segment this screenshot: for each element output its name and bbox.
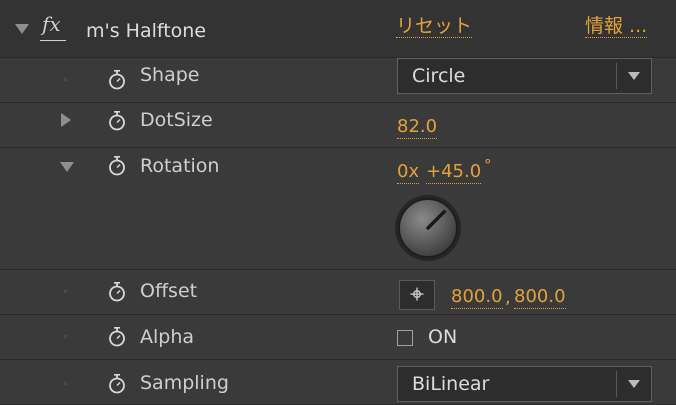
shape-dropdown[interactable]: Circle <box>397 58 652 94</box>
property-row-rotation: Rotation 0x +45.0 ° <box>0 148 676 270</box>
property-label-alpha: Alpha <box>140 326 195 348</box>
rotation-revolutions-value[interactable]: 0x <box>397 161 420 184</box>
property-row-alpha: Alpha <box>0 315 676 360</box>
property-row-offset: Offset 800.0 , 800.0 <box>0 270 676 315</box>
rotation-degrees-value[interactable]: +45.0 <box>426 161 482 184</box>
alpha-checkbox-label[interactable]: ON <box>428 326 457 348</box>
effect-header-row: fx m's Halftone リセット 情報 ... <box>0 0 676 58</box>
point-picker-button[interactable] <box>399 280 435 310</box>
expand-triangle-icon[interactable] <box>61 113 71 127</box>
property-label-sampling: Sampling <box>140 372 229 394</box>
dropdown-arrow-icon <box>628 72 640 80</box>
collapse-triangle-icon[interactable] <box>15 24 29 34</box>
stopwatch-icon[interactable] <box>106 373 128 395</box>
property-label-offset: Offset <box>140 280 198 302</box>
dropdown-arrow-icon <box>628 380 640 388</box>
stopwatch-icon[interactable] <box>106 110 128 132</box>
property-row-shape: Shape Circle <box>0 58 676 103</box>
property-label-dotsize: DotSize <box>140 109 213 131</box>
effect-title: m's Halftone <box>86 20 207 42</box>
shape-dropdown-value: Circle <box>412 65 466 87</box>
property-label-shape: Shape <box>140 64 200 86</box>
degree-symbol: ° <box>484 156 492 174</box>
offset-x-value[interactable]: 800.0 <box>451 286 503 309</box>
rotation-dial[interactable] <box>392 192 464 264</box>
about-link[interactable]: 情報 ... <box>585 16 648 38</box>
sampling-dropdown-value: BiLinear <box>412 373 490 395</box>
stopwatch-icon[interactable] <box>106 281 128 303</box>
collapse-triangle-icon[interactable] <box>60 162 74 172</box>
stopwatch-icon[interactable] <box>106 326 128 348</box>
fx-toggle-icon[interactable]: fx <box>38 12 68 42</box>
dotsize-value[interactable]: 82.0 <box>397 116 438 139</box>
crosshair-icon <box>410 287 424 301</box>
offset-comma: , <box>505 287 511 308</box>
sampling-dropdown[interactable]: BiLinear <box>397 366 652 402</box>
property-label-rotation: Rotation <box>140 155 220 177</box>
reset-link[interactable]: リセット <box>396 16 473 38</box>
stopwatch-icon[interactable] <box>106 155 128 177</box>
alpha-checkbox[interactable] <box>397 330 413 346</box>
effect-controls-panel: fx m's Halftone リセット 情報 ... Shape Circle <box>0 0 676 405</box>
offset-y-value[interactable]: 800.0 <box>514 286 566 309</box>
property-row-dotsize: DotSize 82.0 <box>0 103 676 148</box>
property-row-sampling: Sampling BiLinear <box>0 360 676 405</box>
stopwatch-icon[interactable] <box>106 69 128 91</box>
